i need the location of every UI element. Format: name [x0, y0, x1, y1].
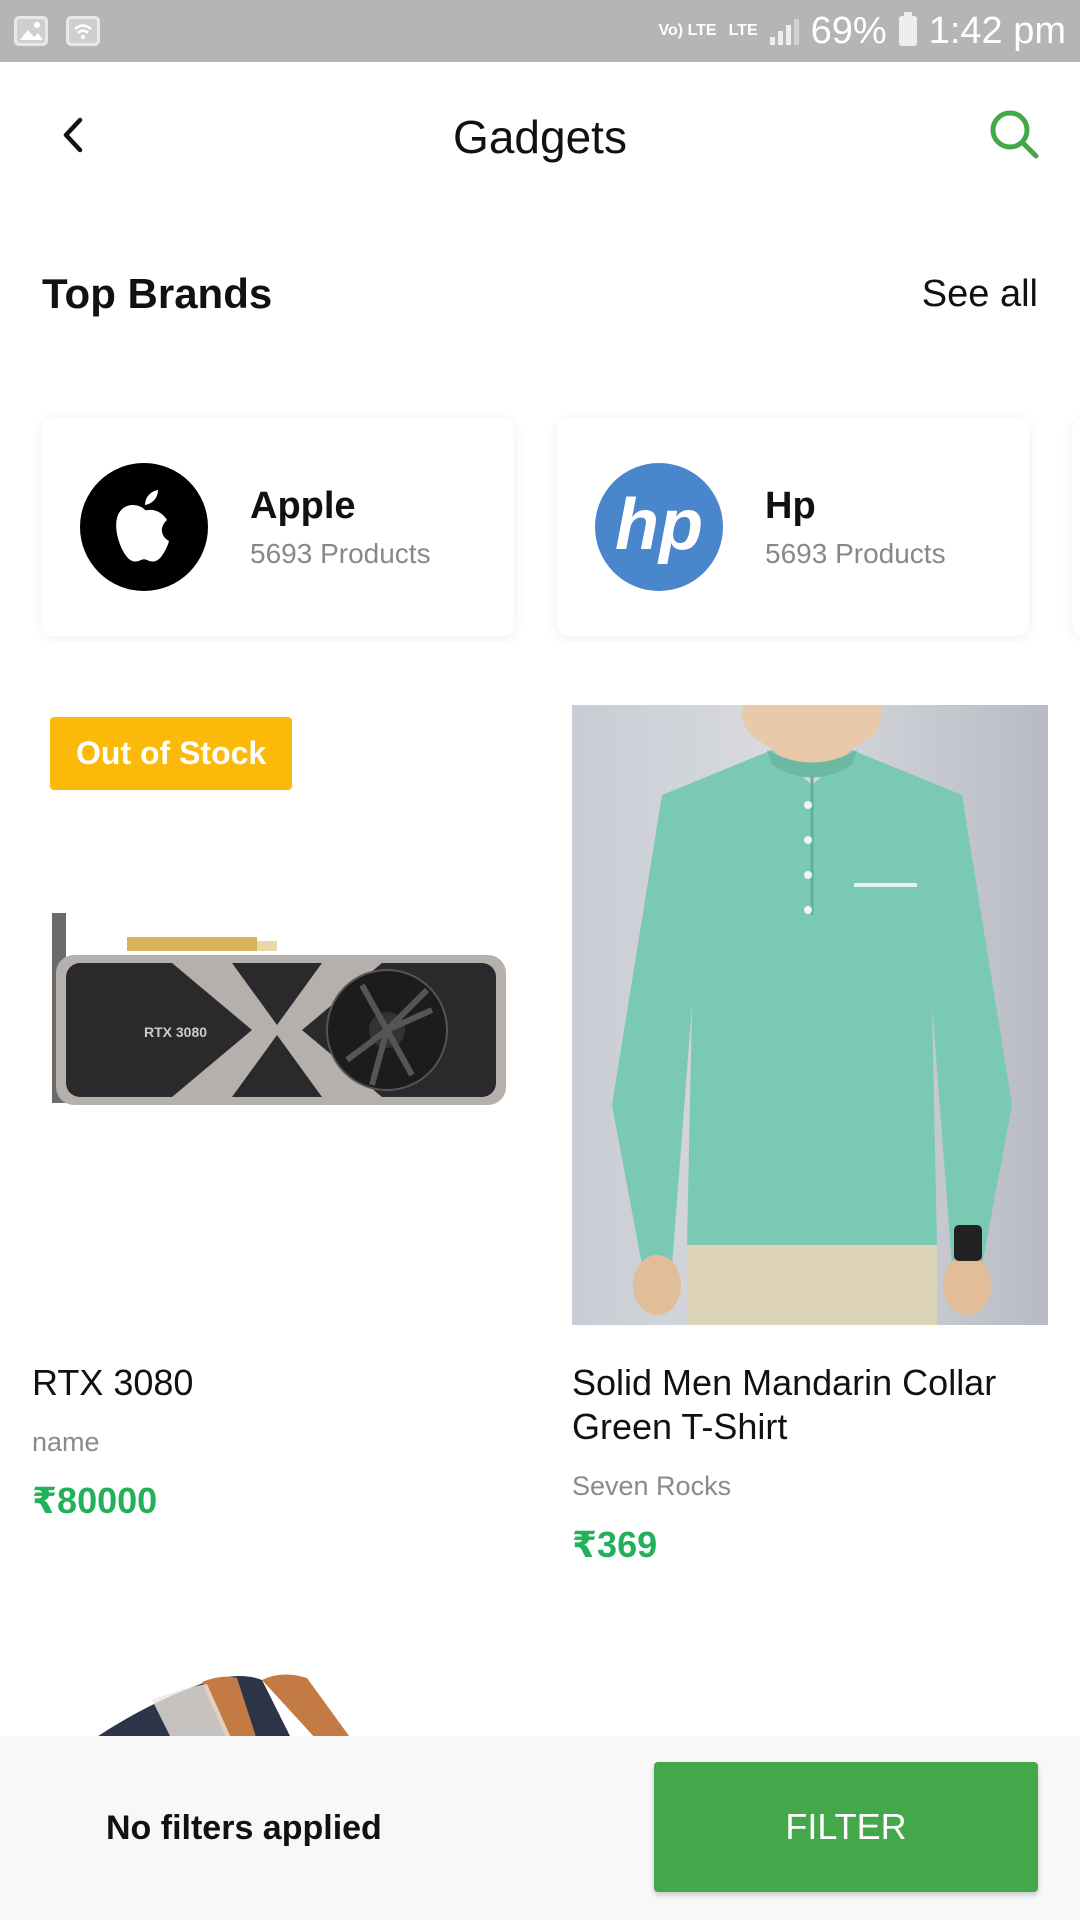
- section-title: Top Brands: [42, 270, 273, 317]
- product-name[interactable]: Solid Men Mandarin Collar Green T-Shirt: [572, 1361, 1048, 1449]
- clock: 1:42 pm: [928, 9, 1066, 52]
- top-brands-header: Top Brands See all: [42, 270, 1038, 318]
- product-image[interactable]: RTX 3080 Out of Stock: [32, 705, 508, 1325]
- product-name[interactable]: RTX 3080: [32, 1361, 508, 1405]
- brand-card-partial[interactable]: [1072, 418, 1080, 636]
- battery-percent: 69%: [810, 9, 887, 52]
- product-card-tshirt[interactable]: Solid Men Mandarin Collar Green T-Shirt …: [572, 705, 1048, 1566]
- filter-button[interactable]: FILTER: [654, 1762, 1038, 1892]
- product-card-partial[interactable]: [32, 1660, 508, 1740]
- battery-icon: [898, 12, 917, 46]
- brand-card-hp[interactable]: hp Hp 5693 Products: [557, 418, 1029, 636]
- brand-carousel[interactable]: Apple 5693 Products hp Hp 5693 Products: [0, 412, 1080, 642]
- brand-name: Apple: [250, 484, 356, 527]
- search-icon[interactable]: [986, 106, 1042, 162]
- lte-indicator: LTE: [728, 22, 758, 39]
- gallery-notification-icon: [14, 16, 48, 46]
- brand-card-apple[interactable]: Apple 5693 Products: [42, 418, 514, 636]
- signal-icon: [769, 17, 799, 45]
- product-image: [92, 1674, 352, 1740]
- volte-indicator: Vo) LTE: [658, 22, 717, 39]
- svg-text:hp: hp: [615, 485, 703, 565]
- product-card-rtx-3080[interactable]: RTX 3080 Out of Stock RTX 3080 name ₹800…: [32, 705, 508, 1522]
- product-brand: Seven Rocks: [572, 1471, 732, 1501]
- product-brand: name: [32, 1427, 100, 1457]
- brand-product-count: 5693 Products: [765, 537, 946, 569]
- hp-logo-icon: hp: [595, 463, 723, 591]
- product-price: ₹80000: [32, 1480, 158, 1521]
- wifi-notification-icon: [66, 16, 100, 46]
- product-image[interactable]: [572, 705, 1048, 1325]
- app-bar: Gadgets: [0, 62, 1080, 212]
- chevron-left-icon[interactable]: [50, 110, 100, 160]
- see-all-link[interactable]: See all: [922, 273, 1038, 316]
- filter-bar: No filters applied FILTER: [0, 1736, 1080, 1920]
- apple-logo-icon: [80, 463, 208, 591]
- status-bar: Vo) LTE LTE 69% 1:42 pm: [0, 0, 1080, 62]
- brand-name: Hp: [765, 484, 816, 527]
- page-title: Gadgets: [453, 111, 627, 163]
- filter-status-text: No filters applied: [106, 1808, 382, 1847]
- brand-product-count: 5693 Products: [250, 537, 431, 569]
- out-of-stock-badge: Out of Stock: [50, 717, 293, 790]
- gpu-label: RTX 3080: [144, 1024, 207, 1040]
- product-price: ₹369: [572, 1524, 658, 1565]
